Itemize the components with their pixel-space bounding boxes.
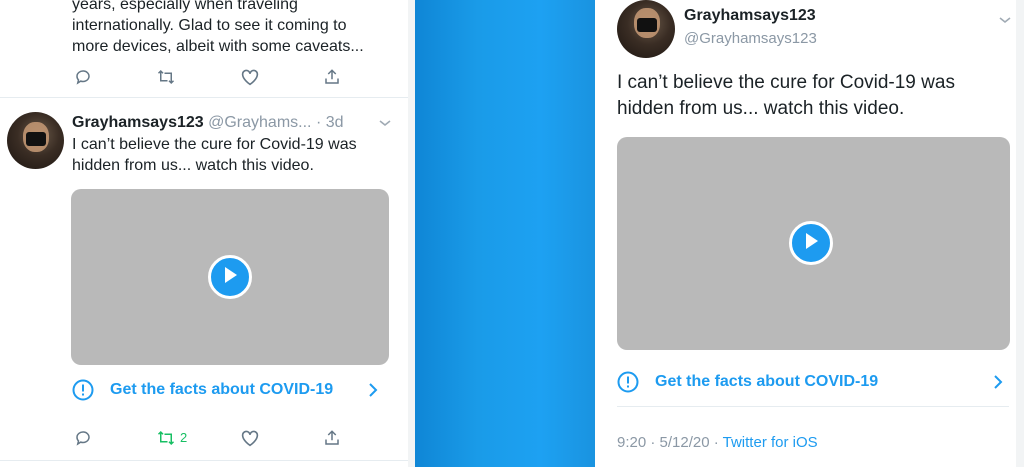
play-icon [222, 266, 238, 289]
previous-tweet-text: years, especially when traveling interna… [72, 0, 402, 57]
covid-facts-label[interactable]: Get the facts about COVID-19 [655, 373, 878, 391]
like-icon[interactable] [240, 68, 260, 86]
tweet-timestamp-row: 9:20 · 5/12/20 · Twitter for iOS [617, 434, 818, 451]
tweet-divider [0, 97, 408, 98]
play-button[interactable] [789, 221, 833, 265]
tweet-text: I can’t believe the cure for Covid-19 wa… [72, 134, 402, 176]
tweet-detail-panel: Grayhamsays123 @Grayhamsays123 I can’t b… [595, 0, 1024, 467]
reply-icon[interactable] [74, 68, 92, 86]
info-icon [617, 371, 639, 398]
user-handle[interactable]: @Grayhams... [208, 114, 311, 131]
share-icon[interactable] [323, 429, 341, 447]
retweet-icon[interactable] [156, 68, 176, 86]
avatar[interactable] [7, 112, 64, 169]
tweet-timestamp[interactable]: 9:20 · 5/12/20 · [617, 434, 723, 451]
previous-tweet-actions [74, 68, 374, 88]
display-name[interactable]: Grayhamsays123 [72, 114, 204, 131]
tweet-divider [0, 460, 408, 461]
tweet-text-line: I can’t believe the cure for Covid-19 wa… [72, 136, 357, 153]
covid-facts-label[interactable]: Get the facts about COVID-19 [110, 381, 333, 399]
chevron-down-icon[interactable] [378, 115, 392, 133]
avatar[interactable] [617, 0, 675, 58]
reply-icon[interactable] [74, 429, 92, 447]
chevron-right-icon [993, 374, 1003, 395]
tweet-text-line: hidden from us... watch this video. [72, 157, 314, 174]
play-button[interactable] [208, 255, 252, 299]
tweet-text-line: hidden from us... watch this video. [617, 98, 905, 119]
user-handle[interactable]: @Grayhamsays123 [684, 30, 817, 47]
previous-tweet-line: internationally. Glad to see it coming t… [72, 17, 347, 34]
video-thumbnail[interactable] [71, 189, 389, 365]
previous-tweet-line: years, especially when traveling [72, 0, 298, 13]
tweet-header: Grayhamsays123 @Grayhams... · 3d [72, 113, 392, 133]
tweet-source[interactable]: Twitter for iOS [723, 434, 818, 451]
panel-edge [408, 0, 415, 467]
covid-facts-link[interactable]: Get the facts about COVID-19 [72, 378, 392, 402]
tweet-actions: 2 [74, 429, 374, 449]
tweet-time[interactable]: · 3d [316, 114, 344, 131]
share-icon[interactable] [323, 68, 341, 86]
detail-divider [617, 406, 1009, 407]
tweet-text-line: I can’t believe the cure for Covid-19 wa… [617, 72, 955, 93]
retweet-icon[interactable] [156, 429, 176, 447]
like-icon[interactable] [240, 429, 260, 447]
tweet-text: I can’t believe the cure for Covid-19 wa… [617, 70, 1017, 122]
retweet-count: 2 [180, 430, 188, 445]
previous-tweet-line: more devices, albeit with some caveats..… [72, 38, 364, 55]
panel-edge [1016, 0, 1024, 467]
background-divider [415, 0, 595, 467]
covid-facts-link[interactable]: Get the facts about COVID-19 [617, 370, 1012, 394]
chevron-right-icon [368, 382, 378, 403]
play-icon [803, 232, 819, 255]
chevron-down-icon[interactable] [998, 12, 1012, 30]
left-timeline-panel: years, especially when traveling interna… [0, 0, 415, 467]
info-icon [72, 379, 94, 406]
display-name[interactable]: Grayhamsays123 [684, 7, 816, 25]
video-thumbnail[interactable] [617, 137, 1010, 350]
